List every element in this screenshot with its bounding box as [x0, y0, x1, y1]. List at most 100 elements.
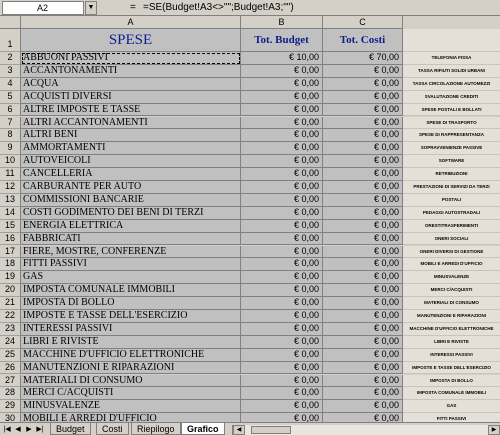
cell-tot-costi[interactable]: € 0,00	[323, 77, 403, 91]
cell-expense-name[interactable]: IMPOSTA DI BOLLO	[21, 297, 241, 310]
row-number[interactable]: 26	[0, 361, 21, 375]
cell-tot-budget[interactable]: € 0,00	[241, 387, 323, 401]
row-number[interactable]: 21	[0, 297, 21, 310]
cell-tot-costi[interactable]: € 0,00	[323, 271, 403, 285]
cell-tot-budget[interactable]: € 0,00	[241, 181, 323, 194]
cell-expense-name[interactable]: CARBURANTE PER AUTO	[21, 181, 241, 194]
cell-tot-costi[interactable]: € 70,00	[323, 52, 403, 65]
row-number[interactable]: 29	[0, 400, 21, 414]
cell-tot-costi[interactable]: € 0,00	[323, 103, 403, 117]
cell-expense-name[interactable]: FITTI PASSIVI	[21, 258, 241, 272]
column-header-b[interactable]: B	[241, 16, 323, 29]
cell-tot-budget[interactable]: € 10,00	[241, 52, 323, 65]
cell-tot-budget[interactable]: € 0,00	[241, 245, 323, 259]
row-number[interactable]: 17	[0, 245, 21, 259]
cell-tot-budget[interactable]: € 0,00	[241, 232, 323, 246]
row-number[interactable]: 18	[0, 258, 21, 272]
cell-tot-costi[interactable]: € 0,00	[323, 258, 403, 272]
cell-tot-budget[interactable]: € 0,00	[241, 219, 323, 233]
cell-tot-costi[interactable]: € 0,00	[323, 168, 403, 181]
cell-expense-name[interactable]: MATERIALI DI CONSUMO	[21, 374, 241, 388]
cell-tot-budget[interactable]: € 0,00	[241, 335, 323, 349]
next-sheet-icon[interactable]: ▶	[24, 424, 34, 435]
cell-expense-name[interactable]: CANCELLERIA	[21, 168, 241, 181]
sheet-tab-riepilogo[interactable]: Riepilogo	[131, 423, 181, 435]
cell-expense-name[interactable]: AUTOVEICOLI	[21, 155, 241, 169]
row-number[interactable]: 20	[0, 284, 21, 298]
row-number[interactable]: 6	[0, 103, 21, 117]
cell-tot-budget[interactable]: € 0,00	[241, 258, 323, 272]
row-number[interactable]: 24	[0, 335, 21, 349]
cell-tot-budget[interactable]: € 0,00	[241, 168, 323, 181]
cell-tot-costi[interactable]: € 0,00	[323, 181, 403, 194]
cell-tot-costi[interactable]: € 0,00	[323, 284, 403, 298]
cell-tot-budget[interactable]: € 0,00	[241, 193, 323, 207]
cell-expense-name[interactable]: ACQUISTI DIVERSI	[21, 90, 241, 104]
cell-tot-costi[interactable]: € 0,00	[323, 129, 403, 143]
cell-expense-name[interactable]: FABBRICATI	[21, 232, 241, 246]
cell-tot-budget[interactable]: € 0,00	[241, 142, 323, 156]
cell-expense-name[interactable]: COSTI GODIMENTO DEI BENI DI TERZI	[21, 206, 241, 220]
cell-expense-name[interactable]: GAS	[21, 271, 241, 285]
cell-tot-budget[interactable]: € 0,00	[241, 116, 323, 130]
cell-expense-name[interactable]: ABBUONI PASSIVI	[21, 52, 241, 65]
scrollbar-thumb[interactable]	[251, 426, 291, 434]
header-cell-tot-costi[interactable]: Tot. Costi	[323, 29, 403, 52]
cell-tot-budget[interactable]: € 0,00	[241, 155, 323, 169]
row-number[interactable]: 5	[0, 90, 21, 104]
first-sheet-icon[interactable]: |◀	[2, 424, 12, 435]
row-number[interactable]: 25	[0, 348, 21, 362]
cell-tot-budget[interactable]: € 0,00	[241, 206, 323, 220]
row-number[interactable]: 13	[0, 193, 21, 207]
cell-tot-costi[interactable]: € 0,00	[323, 374, 403, 388]
row-number[interactable]: 15	[0, 219, 21, 233]
cell-expense-name[interactable]: INTERESSI PASSIVI	[21, 322, 241, 336]
cell-tot-costi[interactable]: € 0,00	[323, 219, 403, 233]
cell-tot-costi[interactable]: € 0,00	[323, 310, 403, 323]
row-number[interactable]: 28	[0, 387, 21, 401]
horizontal-scrollbar[interactable]: ◀ ▶	[232, 425, 500, 435]
cell-expense-name[interactable]: ALTRI ACCANTONAMENTI	[21, 116, 241, 130]
cell-expense-name[interactable]: MERCI C/ACQUISTI	[21, 387, 241, 401]
cell-tot-costi[interactable]: € 0,00	[323, 116, 403, 130]
cell-tot-costi[interactable]: € 0,00	[323, 206, 403, 220]
cell-expense-name[interactable]: ALTRE IMPOSTE E TASSE	[21, 103, 241, 117]
cell-tot-costi[interactable]: € 0,00	[323, 155, 403, 169]
cell-tot-budget[interactable]: € 0,00	[241, 129, 323, 143]
sheet-tab-costi[interactable]: Costi	[96, 423, 129, 435]
cell-tot-budget[interactable]: € 0,00	[241, 64, 323, 78]
cell-expense-name[interactable]: LIBRI E RIVISTE	[21, 335, 241, 349]
cell-tot-budget[interactable]: € 0,00	[241, 400, 323, 414]
row-number[interactable]: 12	[0, 181, 21, 194]
cell-tot-budget[interactable]: € 0,00	[241, 271, 323, 285]
cell-tot-costi[interactable]: € 0,00	[323, 400, 403, 414]
cell-tot-budget[interactable]: € 0,00	[241, 310, 323, 323]
last-sheet-icon[interactable]: ▶|	[35, 424, 45, 435]
cell-tot-budget[interactable]: € 0,00	[241, 90, 323, 104]
column-header-a[interactable]: A	[21, 16, 241, 29]
cell-tot-costi[interactable]: € 0,00	[323, 387, 403, 401]
cell-tot-costi[interactable]: € 0,00	[323, 90, 403, 104]
cell-expense-name[interactable]: ACQUA	[21, 77, 241, 91]
row-number[interactable]: 4	[0, 77, 21, 91]
cell-expense-name[interactable]: FIERE, MOSTRE, CONFERENZE	[21, 245, 241, 259]
prev-sheet-icon[interactable]: ◀	[13, 424, 23, 435]
row-number[interactable]: 16	[0, 232, 21, 246]
cell-expense-name[interactable]: ALTRI BENI	[21, 129, 241, 143]
row-number[interactable]: 7	[0, 116, 21, 130]
row-number[interactable]: 2	[0, 52, 21, 65]
header-cell-tot-budget[interactable]: Tot. Budget	[241, 29, 323, 52]
cell-expense-name[interactable]: MACCHINE D'UFFICIO ELETTRONICHE	[21, 348, 241, 362]
cell-tot-budget[interactable]: € 0,00	[241, 103, 323, 117]
cell-expense-name[interactable]: IMPOSTA COMUNALE IMMOBILI	[21, 284, 241, 298]
row-number[interactable]: 8	[0, 129, 21, 143]
cell-tot-budget[interactable]: € 0,00	[241, 284, 323, 298]
row-number[interactable]: 23	[0, 322, 21, 336]
name-box-dropdown-icon[interactable]: ▼	[85, 1, 97, 15]
row-number[interactable]: 3	[0, 64, 21, 78]
cell-tot-costi[interactable]: € 0,00	[323, 232, 403, 246]
cell-tot-costi[interactable]: € 0,00	[323, 322, 403, 336]
cell-tot-budget[interactable]: € 0,00	[241, 77, 323, 91]
cell-tot-costi[interactable]: € 0,00	[323, 348, 403, 362]
cell-tot-budget[interactable]: € 0,00	[241, 374, 323, 388]
